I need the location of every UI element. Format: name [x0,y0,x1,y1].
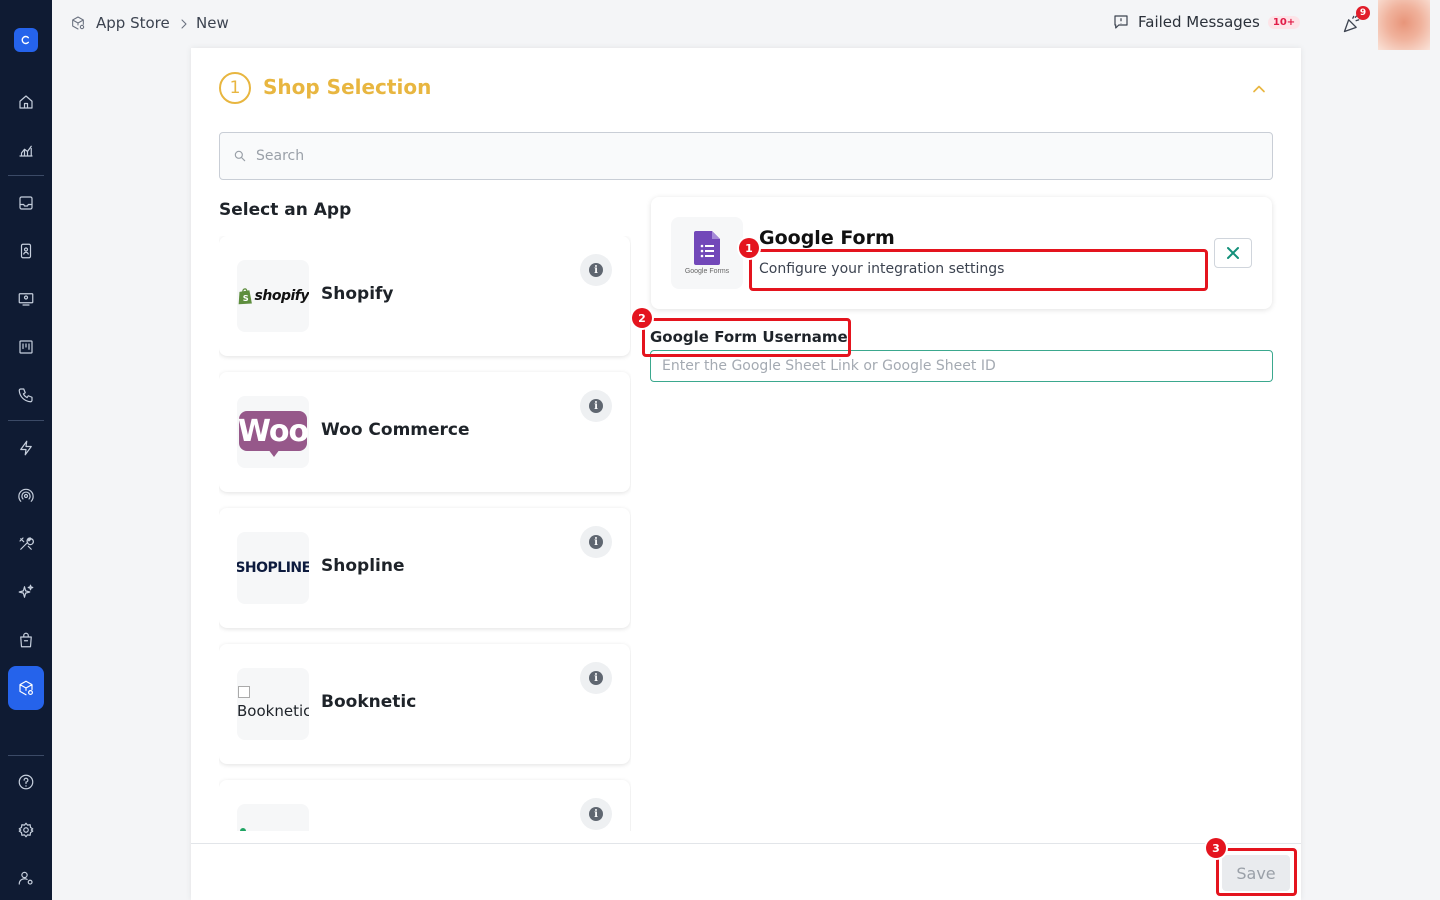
app-name: Booknetic [321,692,417,712]
booknetic-logo-alt: Booknetic [237,702,309,720]
chevron-right-icon [176,16,192,36]
app-card-shopify[interactable]: S shopify Shopify i [219,236,630,356]
breadcrumb-new: New [196,14,229,32]
google-forms-logo-caption: Google Forms [684,268,730,275]
tools-icon[interactable] [8,526,44,562]
brand-logo[interactable] [14,28,38,52]
failed-messages-button[interactable]: Failed Messages 10+ [1112,13,1301,31]
info-icon[interactable]: i [580,526,612,558]
annotation-box-1 [749,249,1208,291]
inbox-icon[interactable] [8,185,44,221]
annotation-badge-3: 3 [1206,838,1226,858]
booknetic-logo: Booknetic [237,668,309,740]
shopline-logo: SHOPLINE [237,532,309,604]
failed-messages-count-badge: 10+ [1267,15,1301,29]
app-name: Shopline [321,556,405,576]
ai-sparkle-icon[interactable] [8,574,44,610]
settings-gear-icon[interactable] [8,812,44,848]
info-icon[interactable]: i [580,390,612,422]
app-name: Woo Commerce [321,420,470,440]
annotation-badge-2: 2 [632,308,652,328]
broken-image-icon [238,686,250,698]
app-card-shopline[interactable]: SHOPLINE Shopline i [219,508,630,628]
selected-app-name: Google Form [759,227,895,249]
info-icon[interactable]: i [580,798,612,830]
phone-icon[interactable] [8,377,44,413]
failed-messages-label: Failed Messages [1138,13,1260,31]
sidebar [0,0,52,900]
partial-app-logo [237,804,309,831]
search-icon [234,150,246,162]
shop-selection-panel: 1 Shop Selection Select an App S shopify… [191,48,1301,900]
app-card-booknetic[interactable]: Booknetic Booknetic i [219,644,630,764]
home-icon[interactable] [8,84,44,120]
shop-bag-icon[interactable] [8,622,44,658]
board-icon[interactable] [8,329,44,365]
shopify-logo-text: shopify [254,288,309,304]
select-app-heading: Select an App [219,200,352,220]
info-icon[interactable]: i [580,662,612,694]
user-settings-icon[interactable] [8,860,44,896]
announcements-button[interactable]: 9 [1342,6,1370,34]
search-box [219,132,1273,180]
notification-count-badge: 9 [1356,6,1370,20]
info-icon[interactable]: i [580,254,612,286]
breadcrumb-app-store[interactable]: App Store [96,14,170,32]
app-store-icon[interactable] [8,666,44,710]
top-bar: App Store New Failed Messages 10+ 9 [52,0,1440,50]
user-avatar[interactable] [1378,0,1430,50]
app-card-woo-commerce[interactable]: Woo Woo Commerce i [219,372,630,492]
woo-logo-text: Woo [237,413,309,449]
google-forms-icon [694,231,720,265]
footer-bar: Save [191,843,1301,900]
app-store-breadcrumb-icon [70,15,86,35]
step-number: 1 [219,72,251,104]
message-alert-icon [1114,15,1128,29]
signal-icon[interactable] [8,478,44,514]
app-card-partial[interactable]: i [219,780,630,831]
search-input[interactable] [256,148,1156,164]
annotation-box-2 [642,318,851,357]
svg-text:S: S [243,293,249,303]
shopline-logo-text: SHOPLINE [237,560,309,576]
app-list: S shopify Shopify i Woo Woo Commerce i S… [219,236,631,831]
woo-commerce-logo: Woo [237,396,309,468]
annotation-box-3 [1216,848,1297,896]
analytics-icon[interactable] [8,132,44,168]
close-icon [1227,247,1239,259]
shopify-logo: S shopify [237,260,309,332]
google-forms-logo: Google Forms [671,217,743,289]
broadcast-icon[interactable] [8,281,44,317]
annotation-badge-1: 1 [739,238,759,258]
help-icon[interactable] [8,764,44,800]
app-name: Shopify [321,284,394,304]
remove-app-button[interactable] [1214,238,1252,268]
collapse-chevron-up-icon[interactable] [1249,79,1269,99]
automation-icon[interactable] [8,430,44,466]
section-title: Shop Selection [263,75,432,99]
contacts-icon[interactable] [8,233,44,269]
